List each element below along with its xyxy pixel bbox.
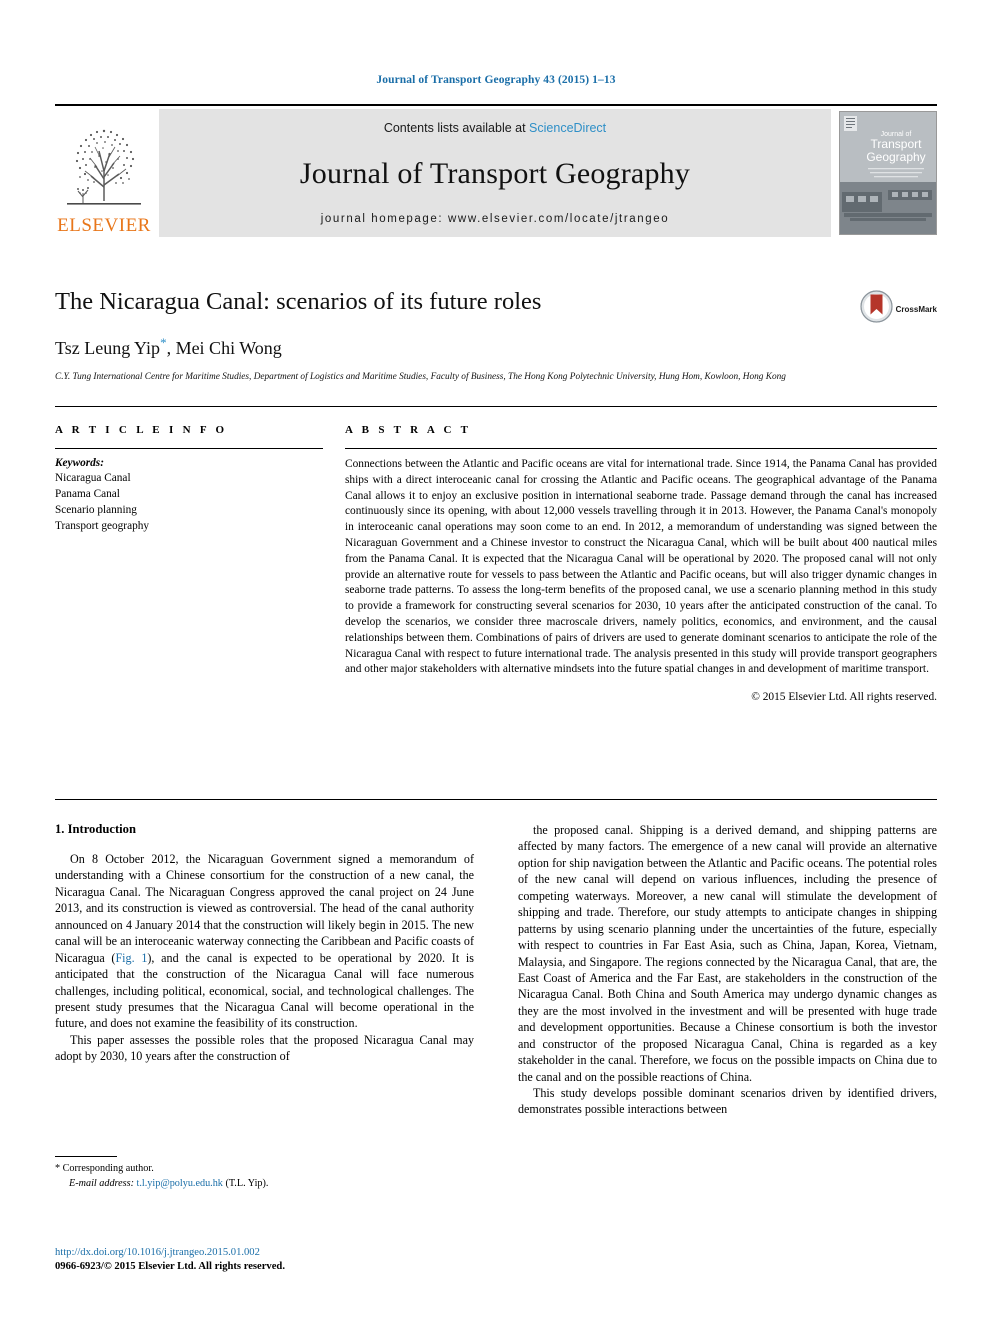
paragraph-right-2: This study develops possible dominant sc… bbox=[518, 1086, 937, 1117]
article-info-column: A R T I C L E I N F O Keywords: Nicaragu… bbox=[55, 424, 323, 703]
footnote-divider bbox=[55, 1156, 117, 1157]
journal-cover-thumbnail[interactable]: Journal of Transport Geography bbox=[839, 111, 937, 235]
article-info-heading: A R T I C L E I N F O bbox=[55, 424, 228, 436]
footnote-corresponding-author: * Corresponding author. bbox=[55, 1162, 474, 1177]
footnote-email-suffix: (T.L. Yip). bbox=[225, 1177, 269, 1189]
footnote-email-label: E-mail address: bbox=[69, 1177, 134, 1189]
footer-block: http://dx.doi.org/10.1016/j.jtrangeo.201… bbox=[55, 1246, 555, 1275]
abstract-text: Connections between the Atlantic and Pac… bbox=[345, 458, 937, 676]
body-column-left: 1. Introduction On 8 October 2012, the N… bbox=[55, 822, 474, 1118]
abstract-divider bbox=[345, 448, 937, 449]
svg-text:Transport: Transport bbox=[871, 137, 923, 151]
crossmark-icon bbox=[860, 290, 893, 328]
paper-page: Journal of Transport Geography 43 (2015)… bbox=[0, 0, 992, 1323]
sciencedirect-link[interactable]: ScienceDirect bbox=[529, 121, 606, 135]
crossmark-badge[interactable]: CrossMark bbox=[860, 290, 937, 328]
journal-title: Journal of Transport Geography bbox=[299, 157, 691, 190]
footnote-email-line: E-mail address: t.l.yip@polyu.edu.hk (T.… bbox=[55, 1177, 474, 1192]
contents-prefix-text: Contents lists available at bbox=[383, 121, 530, 135]
author-secondary: , Mei Chi Wong bbox=[166, 338, 282, 359]
elsevier-wordmark: ELSEVIER bbox=[57, 215, 151, 236]
page-title: The Nicaragua Canal: scenarios of its fu… bbox=[55, 288, 542, 315]
body-columns: 1. Introduction On 8 October 2012, the N… bbox=[55, 822, 937, 1118]
author-affiliation: C.Y. Tung International Centre for Marit… bbox=[55, 372, 786, 383]
footnote-corresponding-text: Corresponding author. bbox=[62, 1163, 154, 1174]
keywords-label: Keywords: bbox=[55, 457, 104, 469]
journal-homepage-link[interactable]: journal homepage: www.elsevier.com/locat… bbox=[321, 213, 669, 225]
abstract-heading: A B S T R A C T bbox=[345, 424, 472, 436]
paragraph-left-2: This paper assesses the possible roles t… bbox=[55, 1032, 474, 1064]
keyword-item: Transport geography bbox=[55, 520, 150, 533]
author-primary: Tsz Leung Yip bbox=[55, 338, 161, 359]
paragraph-left-1-part-a: On 8 October 2012, the Nicaraguan Govern… bbox=[55, 852, 474, 965]
contents-available-line: Contents lists available at ScienceDirec… bbox=[384, 121, 606, 135]
body-column-right: the proposed canal. Shipping is a derive… bbox=[518, 822, 937, 1118]
info-top-divider bbox=[55, 406, 937, 407]
article-info-divider bbox=[55, 448, 323, 449]
elsevier-tree-logo bbox=[61, 121, 147, 215]
abstract-column: A B S T R A C T Connections between the … bbox=[323, 424, 937, 703]
crossmark-label: CrossMark bbox=[895, 304, 937, 314]
keyword-item: Panama Canal bbox=[55, 488, 120, 501]
footnote-block: * Corresponding author. E-mail address: … bbox=[55, 1156, 474, 1192]
doi-link[interactable]: http://dx.doi.org/10.1016/j.jtrangeo.201… bbox=[55, 1246, 555, 1260]
journal-masthead: ELSEVIER Contents lists available at Sci… bbox=[55, 104, 937, 237]
author-list: Tsz Leung Yip*, Mei Chi Wong bbox=[55, 335, 937, 359]
body-top-divider bbox=[55, 799, 937, 800]
keyword-item: Scenario planning bbox=[55, 504, 137, 517]
title-block: The Nicaragua Canal: scenarios of its fu… bbox=[55, 288, 937, 385]
paragraph-left-1: On 8 October 2012, the Nicaraguan Govern… bbox=[55, 851, 474, 1032]
abstract-copyright: © 2015 Elsevier Ltd. All rights reserved… bbox=[751, 691, 937, 704]
footnote-star-marker: * bbox=[55, 1163, 61, 1174]
running-head: Journal of Transport Geography 43 (2015)… bbox=[376, 74, 616, 86]
section-heading-introduction: 1. Introduction bbox=[55, 822, 136, 836]
elsevier-logo-block: ELSEVIER bbox=[55, 109, 153, 237]
figure-reference-link[interactable]: Fig. 1 bbox=[115, 951, 147, 965]
paragraph-right-1: the proposed canal. Shipping is a derive… bbox=[518, 823, 937, 1084]
svg-text:Geography: Geography bbox=[866, 150, 925, 164]
keyword-item: Nicaragua Canal bbox=[55, 472, 131, 484]
info-abstract-section: A R T I C L E I N F O Keywords: Nicaragu… bbox=[55, 424, 937, 703]
issn-copyright-line: 0966-6923/© 2015 Elsevier Ltd. All right… bbox=[55, 1261, 285, 1273]
journal-band: Contents lists available at ScienceDirec… bbox=[159, 109, 831, 237]
footnote-email-link[interactable]: t.l.yip@polyu.edu.hk bbox=[137, 1178, 223, 1189]
